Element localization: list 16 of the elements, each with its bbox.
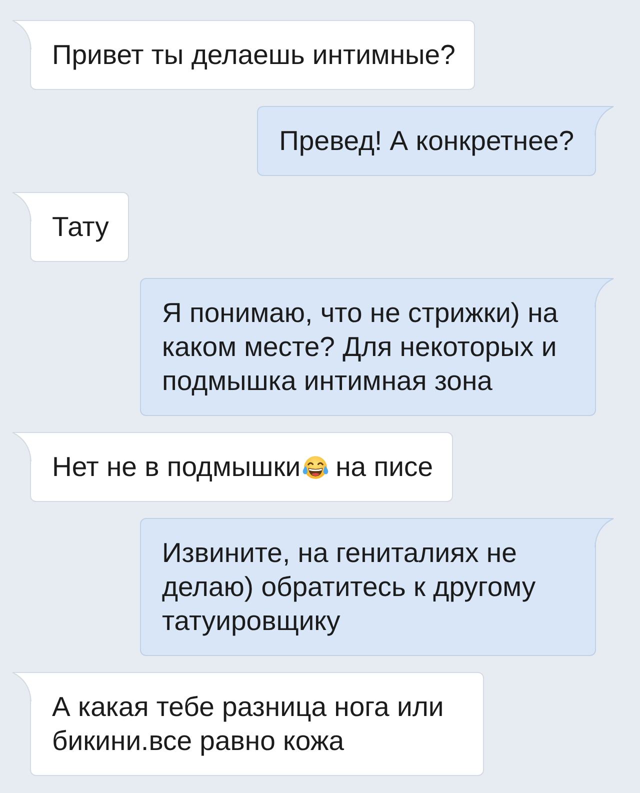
bubble-tail [594, 278, 614, 308]
message-text: Нет не в подмышки [52, 451, 301, 482]
message-text: А какая тебе разница нога или бикини.все равно кожа [52, 691, 444, 756]
bubble-tail [594, 106, 614, 136]
message-text: Извините, на гениталиях не делаю) обратитесь к другому татуировщику [162, 537, 536, 636]
bubble-tail [12, 192, 32, 222]
message-text: Я понимаю, что не стрижки) на каком месте? Для некоторых и подмышка интимная зона [162, 297, 558, 396]
message-text: Превед! А конкретнее? [279, 125, 574, 156]
bubble-tail [594, 518, 614, 548]
bubble-tail [12, 432, 32, 462]
bubble-tail [12, 20, 32, 50]
message-text: на писе [336, 451, 434, 482]
message-text: Тату [52, 211, 109, 242]
laughing-tears-emoji-icon [302, 454, 329, 481]
message-text: Привет ты делаешь интимные? [52, 39, 456, 70]
bubble-tail [12, 672, 32, 702]
